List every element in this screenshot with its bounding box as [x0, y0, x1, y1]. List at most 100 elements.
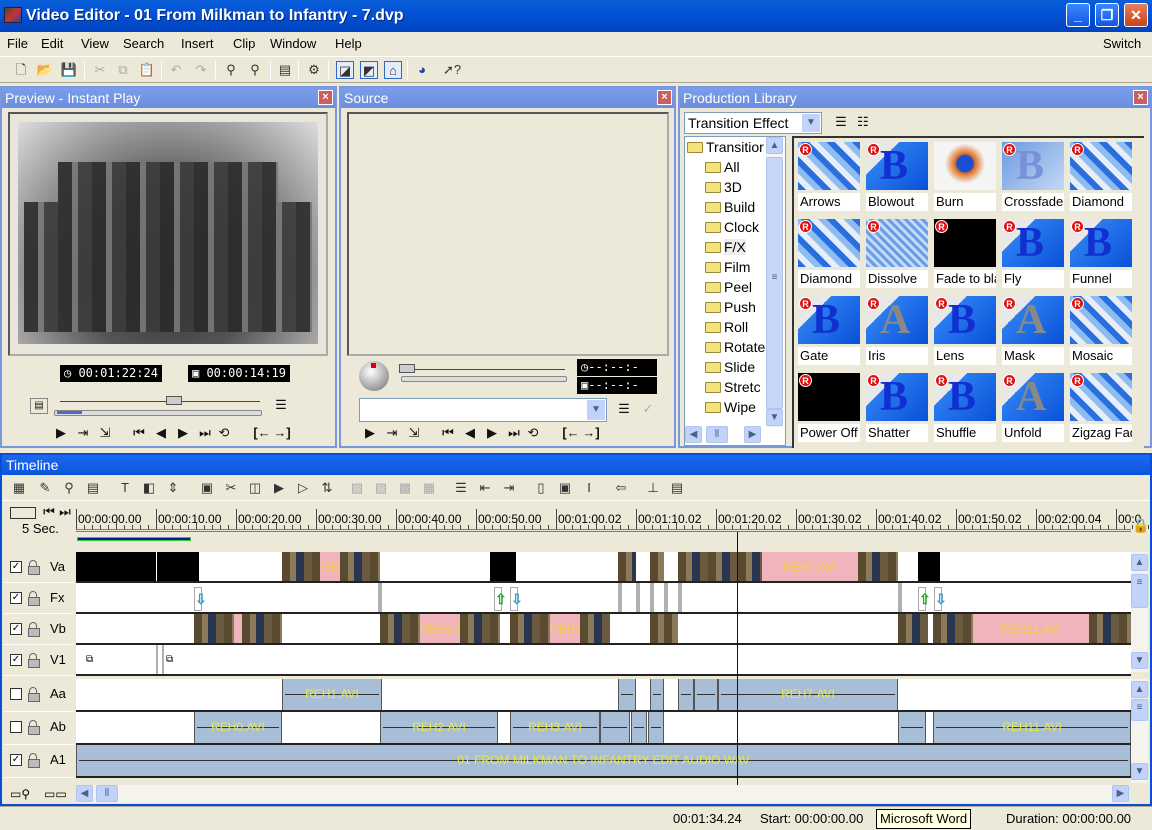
effect-thumbnail[interactable]: R Arrows — [798, 142, 860, 211]
scroll-up-button[interactable]: ▲ — [1131, 681, 1148, 698]
playhead[interactable] — [737, 532, 738, 794]
effect-thumbnail[interactable]: R Zigzag Fade — [1070, 373, 1132, 442]
category-select[interactable]: Transition Effect ▼ — [684, 112, 822, 134]
shuttle-slider[interactable] — [60, 401, 260, 402]
source-shuttle-slider[interactable] — [415, 369, 565, 370]
ripple-icon[interactable]: ◫ — [246, 479, 264, 497]
track-vb[interactable]: REH2.AVI REH3.AVI REH11.AVI — [76, 614, 1131, 645]
mark-out-button[interactable]: →] — [581, 425, 601, 440]
tree-folder-transitior[interactable]: Transitior — [687, 137, 764, 157]
scroll-thumb[interactable]: ≡ — [1131, 699, 1148, 721]
find-next-icon[interactable]: ⚲ — [246, 61, 264, 79]
scroll-thumb[interactable]: ≡ — [1131, 574, 1148, 608]
timeline-clip[interactable] — [918, 552, 940, 581]
video-tracks-scrollbar[interactable]: ▲ ≡ ▼ — [1131, 552, 1148, 672]
zoom-level-label[interactable]: 5 Sec. — [22, 521, 59, 536]
time-ruler[interactable]: 00:00:00.00 00:00:10.00 00:00:20.00 00:00:3… — [76, 509, 1149, 532]
transition-marker[interactable]: ⇧ — [494, 587, 507, 611]
clip-view-icon[interactable]: ▯ — [532, 479, 550, 497]
scroll-right-button[interactable]: ▶ — [744, 426, 761, 443]
track-fx[interactable]: ⇩ ⇧ ⇩ ⇧ ⇩ — [76, 583, 1131, 614]
last-frame-button[interactable]: ⏭ — [505, 425, 523, 441]
trim-icon[interactable]: ▣ — [198, 479, 216, 497]
properties-icon[interactable]: ☰ — [272, 397, 290, 413]
scroll-left-button[interactable]: ◀ — [685, 426, 702, 443]
tree-folder-wipe[interactable]: Wipe — [705, 397, 756, 417]
timeline-clip[interactable]: REH7.AVI — [762, 552, 858, 581]
timeline-clip[interactable]: REH3.AVI — [510, 712, 600, 743]
produce-icon[interactable]: ▤ — [276, 61, 294, 79]
timeline-clip[interactable] — [194, 614, 234, 643]
timeline-clip[interactable] — [631, 712, 647, 743]
effect-thumbnail[interactable]: A R Iris — [866, 296, 928, 365]
play-to-end-button[interactable]: ⇲ — [96, 425, 114, 441]
effect-thumbnail[interactable]: B R Shatter — [866, 373, 928, 442]
tree-scrollbar[interactable]: ▲ ≡ ▼ — [766, 137, 783, 427]
menu-switch[interactable]: Switch — [1103, 36, 1141, 51]
replace-icon[interactable]: ▷ — [294, 479, 312, 497]
tree-folder-rotate[interactable]: Rotate — [705, 337, 765, 357]
track-va[interactable]: RE REH7.AVI — [76, 552, 1131, 583]
undo-icon[interactable]: ↶ — [167, 61, 185, 79]
tree-folder-fx[interactable]: F/X — [705, 237, 746, 257]
scroll-left-button[interactable]: ◀ — [76, 785, 93, 802]
overlay-icon[interactable]: ◧ — [140, 479, 158, 497]
clip-list-icon[interactable]: ▤ — [30, 398, 48, 414]
library-icon[interactable]: ⌂ — [384, 61, 402, 79]
scroll-thumb[interactable]: ≡ — [766, 157, 783, 409]
menu-clip[interactable]: Clip — [233, 36, 255, 51]
timeline-clip[interactable]: 01 FROM MILKMAN TO INFANTRY EDIT AUDIO.W… — [76, 745, 1131, 776]
timeline-clip[interactable]: REH1.AVI — [282, 679, 382, 710]
timeline-clip[interactable]: REH3.AVI — [550, 614, 580, 643]
track-enable-checkbox[interactable]: ✓ — [10, 592, 22, 604]
timeline-clip[interactable] — [678, 583, 682, 612]
close-icon[interactable]: × — [1133, 90, 1148, 105]
text-icon[interactable]: ▤ — [84, 479, 102, 497]
swap-icon[interactable]: ⇅ — [318, 479, 336, 497]
track-enable-checkbox[interactable] — [10, 688, 22, 700]
lock-icon[interactable] — [28, 622, 40, 637]
timeline-hscroll[interactable]: ◀ ⦀ ▶ — [76, 785, 1129, 803]
timeline-clip[interactable]: REH11.AVI — [973, 614, 1089, 643]
timeline-clip[interactable] — [858, 552, 898, 581]
timeline-clip[interactable] — [694, 679, 718, 710]
lock-icon[interactable] — [28, 687, 40, 702]
check-icon[interactable]: ✓ — [639, 401, 657, 417]
tree-folder-clock[interactable]: Clock — [705, 217, 759, 237]
timeline-clip[interactable] — [282, 552, 320, 581]
selection-range[interactable] — [77, 537, 191, 541]
effect-thumbnail[interactable]: B R Funnel — [1070, 219, 1132, 288]
properties-icon[interactable]: ☰ — [615, 401, 633, 417]
close-button[interactable]: ✕ — [1124, 3, 1148, 27]
timeline-clip[interactable] — [898, 712, 926, 743]
timeline-clip[interactable] — [380, 614, 420, 643]
effect-thumbnail[interactable]: B R Fly — [1002, 219, 1064, 288]
align-left-icon[interactable]: ☰ — [452, 479, 470, 497]
tree-folder-3d[interactable]: 3D — [705, 177, 742, 197]
tree-folder-peel[interactable]: Peel — [705, 277, 752, 297]
effect-thumbnail[interactable]: R Dissolve — [866, 219, 928, 288]
loop-button[interactable]: ⟲ — [215, 425, 233, 441]
timeline-clip[interactable]: RE — [320, 552, 340, 581]
timeline-clip[interactable] — [933, 614, 973, 643]
razor-icon[interactable]: ✎ — [36, 479, 54, 497]
find-icon[interactable]: ⚲ — [222, 61, 240, 79]
timeline-clip[interactable]: REH2.AVI — [380, 712, 498, 743]
play-range-button[interactable]: ⇥ — [74, 425, 92, 441]
timeline-clip[interactable] — [76, 552, 156, 581]
tree-folder-push[interactable]: Push — [705, 297, 756, 317]
chevron-down-icon[interactable]: ▼ — [587, 400, 605, 420]
split-icon[interactable]: ✂ — [222, 479, 240, 497]
prev-frame-button[interactable]: ◀ — [461, 425, 479, 441]
storyboard-icon[interactable]: ▦ — [10, 479, 28, 497]
track-ab[interactable]: REH0.AVI REH2.AVI REH3.AVI REH11.AVI — [76, 712, 1131, 745]
effect-thumbnail[interactable]: B R Shuffle — [934, 373, 996, 442]
transition-marker[interactable]: ⇩ — [510, 587, 523, 611]
timeline-clip[interactable] — [636, 583, 640, 612]
lock-icon[interactable] — [28, 720, 40, 735]
timeline-clip[interactable] — [162, 645, 164, 674]
insert-icon[interactable]: ▶ — [270, 479, 288, 497]
tree-folder-all[interactable]: All — [705, 157, 740, 177]
timeline-clip[interactable] — [650, 614, 664, 643]
fx1-icon[interactable]: ▨ — [348, 479, 366, 497]
